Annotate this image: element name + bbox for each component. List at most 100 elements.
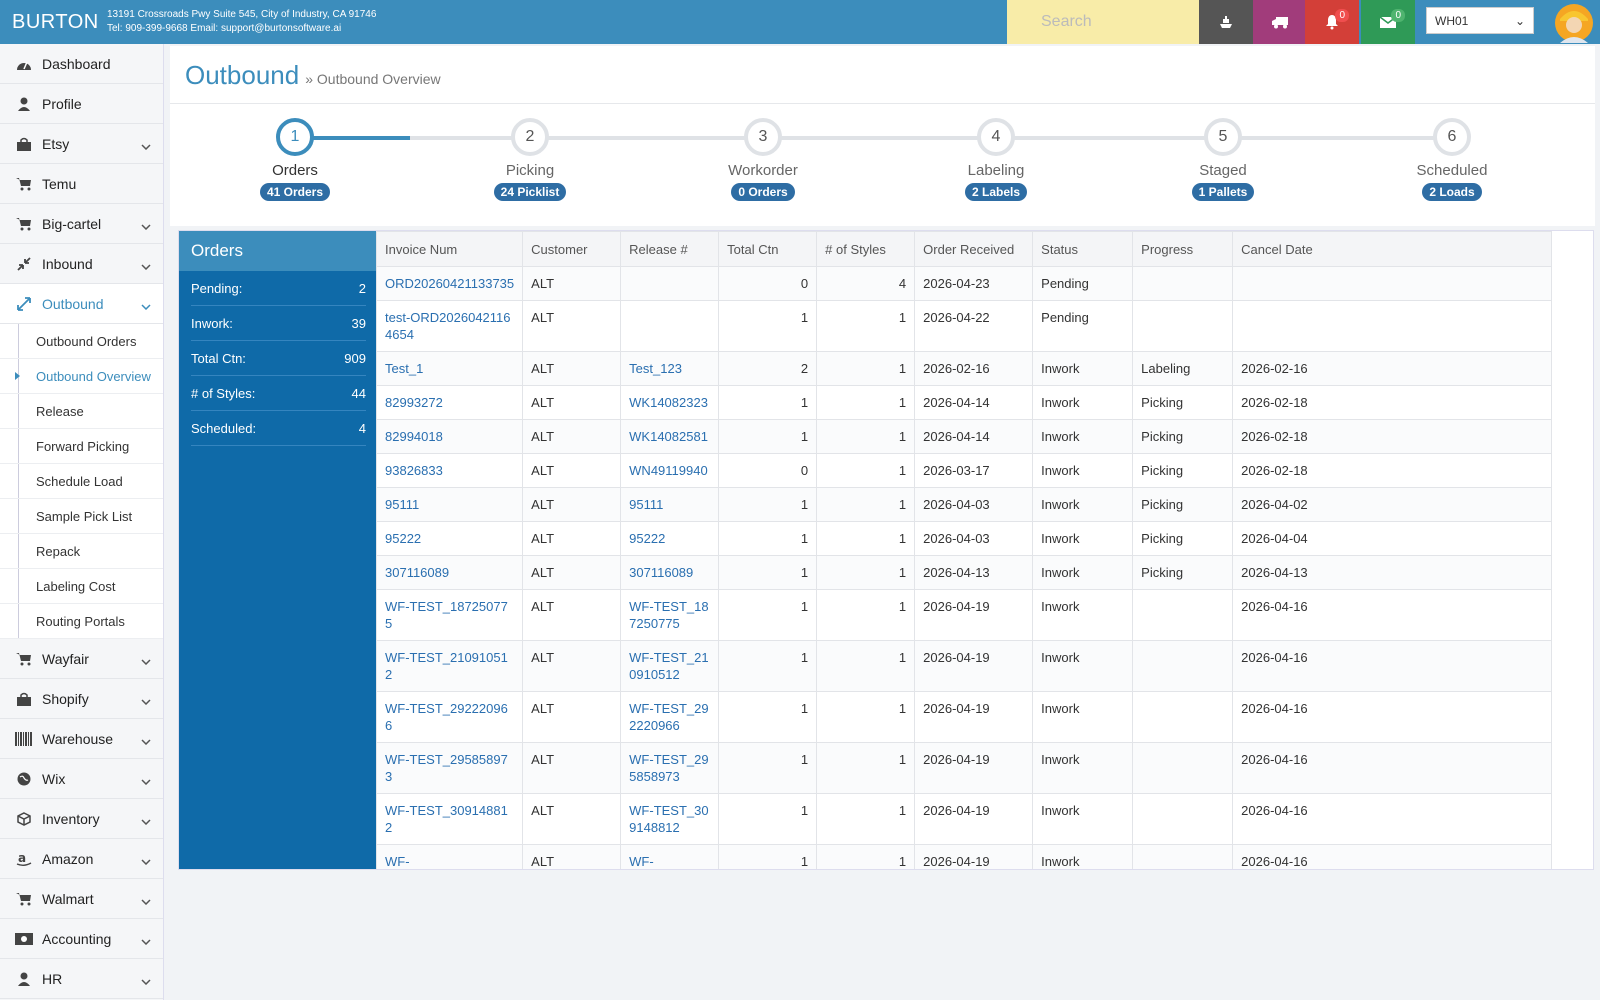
invoice-cell[interactable]: 82993272 [376,385,524,420]
release-cell[interactable]: WK14082581 [620,419,720,454]
invoice-cell-text[interactable]: WF-TEST_187250775 [385,599,508,631]
release-cell[interactable]: WF-TEST_292220966 [620,691,720,743]
table-row[interactable]: WF-TEST_295858973 ALT WF-TEST_295858973 1 1 2… [376,742,1552,794]
invoice-cell[interactable]: WF-TEST_210910512 [376,640,524,692]
release-cell-text[interactable]: WF-TEST_309148812 [629,803,708,835]
orders-table-container[interactable]: Invoice Num Customer Release # Total Ctn… [376,231,1593,869]
table-row[interactable]: 82994018 ALT WK14082581 1 1 2026-04-14 Inwork P… [376,419,1552,454]
sidebar-subitem-schedule-load[interactable]: Schedule Load [0,464,163,499]
column-header-total-ctn[interactable]: Total Ctn [718,231,818,267]
sidebar-item-outbound[interactable]: Outbound [0,284,163,324]
release-cell[interactable]: 95111 [620,487,720,522]
column-header-invoice[interactable]: Invoice Num [376,231,524,267]
invoice-cell[interactable]: WF-TEST_309148812 [376,793,524,845]
sidebar-subitem-labeling-cost[interactable]: Labeling Cost [0,569,163,604]
table-row[interactable]: Test_1 ALT Test_123 2 1 2026-02-16 Inwork Label… [376,351,1552,386]
release-cell-text[interactable]: WF-TEST_210910512 [629,650,708,682]
invoice-cell-text[interactable]: WF-TEST_292220966 [385,701,508,733]
sidebar-item-walmart[interactable]: Walmart [0,879,163,919]
invoice-cell[interactable]: ORD20260421133735 [376,266,524,301]
sidebar-item-hr[interactable]: HR [0,959,163,999]
column-header-customer[interactable]: Customer [522,231,622,267]
invoice-cell[interactable]: 93826833 [376,453,524,488]
messages-button[interactable]: 0 [1361,0,1415,44]
invoice-cell[interactable]: test-ORD20260421164654 [376,300,524,352]
table-row[interactable]: WF-TEST_292220966 ALT WF-TEST_292220966 1 1 2… [376,691,1552,743]
sidebar-item-profile[interactable]: Profile [0,84,163,124]
sidebar-item-big-cartel[interactable]: Big-cartel [0,204,163,244]
invoice-cell-text[interactable]: ORD20260421133735 [385,276,514,291]
invoice-cell[interactable]: WF-TEST_295858973 [376,742,524,794]
table-row[interactable]: 95111 ALT 95111 1 1 2026-04-03 Inwork Picking 20… [376,487,1552,522]
invoice-cell-text[interactable]: Test_1 [385,361,423,376]
release-cell[interactable]: 95222 [620,521,720,556]
release-cell-text[interactable]: WN49119940 [629,463,708,478]
table-row[interactable]: WF-TEST_187250775 ALT WF-TEST_187250775 1 1 2… [376,589,1552,641]
sidebar-subitem-forward-picking[interactable]: Forward Picking [0,429,163,464]
release-cell[interactable]: Test_123 [620,351,720,386]
release-cell[interactable]: WN49119940 [620,453,720,488]
table-row[interactable]: 95222 ALT 95222 1 1 2026-04-03 Inwork Picking 20… [376,521,1552,556]
table-row[interactable]: 93826833 ALT WN49119940 0 1 2026-03-17 Inwork P… [376,453,1552,488]
invoice-cell-text[interactable]: 82993272 [385,395,443,410]
sidebar-item-wayfair[interactable]: Wayfair [0,639,163,679]
release-cell[interactable] [620,266,720,301]
column-header-order-received[interactable]: Order Received [914,231,1034,267]
invoice-cell[interactable]: 82994018 [376,419,524,454]
invoice-cell[interactable]: WF- [376,844,524,869]
invoice-cell-text[interactable]: WF-TEST_309148812 [385,803,508,835]
release-cell[interactable]: WF-TEST_210910512 [620,640,720,692]
release-cell-text[interactable]: WF-TEST_295858973 [629,752,708,784]
column-header-status[interactable]: Status [1032,231,1134,267]
invoice-cell-text[interactable]: 95222 [385,531,421,546]
sidebar-item-etsy[interactable]: Etsy [0,124,163,164]
invoice-cell-text[interactable]: WF- [385,854,410,869]
step-scheduled[interactable]: 6 Scheduled 2 Loads [1382,118,1522,201]
brand-logo[interactable]: BURTON [0,11,105,34]
invoice-cell-text[interactable]: WF-TEST_210910512 [385,650,508,682]
invoice-cell-text[interactable]: WF-TEST_295858973 [385,752,508,784]
table-row[interactable]: WF-TEST_210910512 ALT WF-TEST_210910512 1 1 2… [376,640,1552,692]
sidebar-subitem-release[interactable]: Release [0,394,163,429]
invoice-cell[interactable]: Test_1 [376,351,524,386]
search-input[interactable] [1041,13,1191,31]
sidebar-item-amazon[interactable]: a Amazon [0,839,163,879]
release-cell[interactable]: WF-TEST_295858973 [620,742,720,794]
release-cell[interactable]: WF-TEST_309148812 [620,793,720,845]
release-cell-text[interactable]: WF- [629,854,654,869]
release-cell-text[interactable]: WK14082581 [629,429,708,444]
column-header-progress[interactable]: Progress [1132,231,1234,267]
table-row[interactable]: ORD20260421133735 ALT 0 4 2026-04-23 Pending [376,266,1552,301]
table-row[interactable]: test-ORD20260421164654 ALT 1 1 2026-04-22 Pen… [376,300,1552,352]
step-workorder[interactable]: 3 Workorder 0 Orders [693,118,833,201]
table-row[interactable]: 307116089 ALT 307116089 1 1 2026-04-13 Inwork P… [376,555,1552,590]
invoice-cell-text[interactable]: test-ORD20260421164654 [385,310,511,342]
sidebar-item-accounting[interactable]: Accounting [0,919,163,959]
column-header-release[interactable]: Release # [620,231,720,267]
release-cell[interactable]: WK14082323 [620,385,720,420]
invoice-cell[interactable]: 307116089 [376,555,524,590]
release-cell[interactable]: WF-TEST_187250775 [620,589,720,641]
sidebar-item-wix[interactable]: Wix [0,759,163,799]
invoice-cell[interactable]: 95222 [376,521,524,556]
table-row[interactable]: WF-TEST_309148812 ALT WF-TEST_309148812 1 1 2… [376,793,1552,845]
invoice-cell-text[interactable]: 307116089 [385,565,449,580]
sidebar-subitem-outbound-overview[interactable]: Outbound Overview [0,359,163,394]
release-cell[interactable]: WF- [620,844,720,869]
invoice-cell-text[interactable]: 93826833 [385,463,443,478]
sidebar-item-inventory[interactable]: Inventory [0,799,163,839]
invoice-cell[interactable]: WF-TEST_187250775 [376,589,524,641]
release-cell-text[interactable]: 307116089 [629,565,693,580]
sidebar-item-warehouse[interactable]: Warehouse [0,719,163,759]
release-cell-text[interactable]: Test_123 [629,361,682,376]
sidebar-subitem-sample-pick-list[interactable]: Sample Pick List [0,499,163,534]
sidebar-subitem-outbound-orders[interactable]: Outbound Orders [0,324,163,359]
release-cell-text[interactable]: WK14082323 [629,395,708,410]
notifications-button[interactable]: 0 [1305,0,1359,44]
table-row[interactable]: 82993272 ALT WK14082323 1 1 2026-04-14 Inwork P… [376,385,1552,420]
invoice-cell-text[interactable]: 95111 [385,497,419,512]
release-cell-text[interactable]: WF-TEST_187250775 [629,599,708,631]
sidebar-subitem-repack[interactable]: Repack [0,534,163,569]
invoice-cell[interactable]: WF-TEST_292220966 [376,691,524,743]
column-header-styles[interactable]: # of Styles [816,231,916,267]
